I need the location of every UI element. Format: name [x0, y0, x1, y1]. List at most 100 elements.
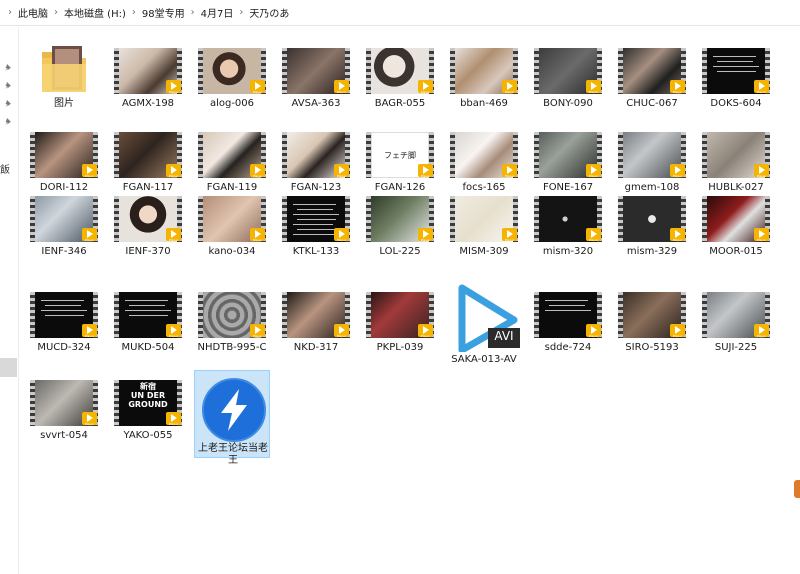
pin-icon — [4, 81, 13, 90]
video-file-item[interactable]: KTKL-133 — [278, 186, 354, 274]
item-label: SUJI-225 — [714, 342, 758, 353]
nav-item-selected[interactable] — [0, 358, 17, 377]
video-thumbnail: 新宿 UN DER GROUND — [114, 380, 182, 426]
breadcrumb-current[interactable]: 天乃のあ — [249, 5, 289, 20]
player-badge-icon — [418, 80, 433, 94]
player-badge-icon — [166, 228, 181, 242]
floating-widget-edge[interactable] — [794, 480, 800, 498]
player-badge-icon — [670, 80, 685, 94]
video-file-item[interactable]: IENF-346 — [26, 186, 102, 274]
video-thumbnail — [702, 132, 770, 178]
film-strip-icon — [366, 132, 371, 178]
item-label: IENF-370 — [125, 246, 171, 257]
breadcrumb-folder-98[interactable]: 98堂专用 — [142, 5, 185, 20]
folder-item[interactable]: 图片 — [26, 38, 102, 126]
item-label: svvrt-054 — [40, 430, 88, 441]
video-thumbnail — [534, 196, 602, 242]
player-badge-icon — [586, 164, 601, 178]
video-file-item[interactable]: mism-320 — [530, 186, 606, 274]
video-thumbnail — [534, 292, 602, 338]
video-file-item[interactable]: kano-034 — [194, 186, 270, 274]
video-file-item[interactable]: DOKS-604 — [698, 38, 774, 126]
item-label: YAKO-055 — [123, 430, 173, 441]
film-strip-icon — [114, 292, 119, 338]
item-label: alog-006 — [209, 98, 255, 109]
video-thumbnail — [282, 48, 350, 94]
nav-item-label[interactable]: 飯 — [0, 161, 10, 176]
breadcrumb-drive[interactable]: 本地磁盘 (H:) — [64, 5, 126, 20]
video-file-item[interactable]: NHDTB-995-C — [194, 282, 270, 370]
player-badge-icon — [250, 164, 265, 178]
breadcrumb-folder-date[interactable]: 4月7日 — [201, 5, 234, 20]
chevron-right-icon[interactable]: › — [8, 7, 12, 18]
video-file-item[interactable]: BAGR-055 — [362, 38, 438, 126]
pin-icon — [4, 63, 13, 72]
video-thumbnail — [198, 196, 266, 242]
video-file-item[interactable]: SIRO-5193 — [614, 282, 690, 370]
film-strip-icon — [30, 380, 35, 426]
video-thumbnail — [702, 292, 770, 338]
video-file-item[interactable]: MOOR-015 — [698, 186, 774, 274]
chevron-right-icon[interactable]: › — [54, 7, 58, 18]
video-thumbnail — [450, 132, 518, 178]
item-label: kano-034 — [208, 246, 256, 257]
video-file-item[interactable]: alog-006 — [194, 38, 270, 126]
video-file-item[interactable]: LOL-225 — [362, 186, 438, 274]
avi-file-item[interactable]: AVI SAKA-013-AV — [446, 282, 522, 370]
app-shortcut-item[interactable]: 上老王论坛当老王 — [194, 370, 270, 466]
video-file-item[interactable]: sdde-724 — [530, 282, 606, 370]
item-label: MISM-309 — [459, 246, 509, 257]
video-thumbnail — [198, 48, 266, 94]
item-label: IENF-346 — [41, 246, 87, 257]
video-thumbnail — [114, 132, 182, 178]
video-thumbnail — [30, 292, 98, 338]
video-file-item[interactable]: mism-329 — [614, 186, 690, 274]
player-badge-icon — [754, 324, 769, 338]
video-file-item[interactable]: PKPL-039 — [362, 282, 438, 370]
player-badge-icon — [418, 228, 433, 242]
player-badge-icon — [754, 80, 769, 94]
film-strip-icon — [198, 196, 203, 242]
breadcrumb-this-pc[interactable]: 此电脑 — [18, 5, 48, 20]
chevron-right-icon[interactable]: › — [191, 7, 195, 18]
video-file-item[interactable]: 新宿 UN DER GROUND YAKO-055 — [110, 370, 186, 458]
video-file-item[interactable]: AGMX-198 — [110, 38, 186, 126]
video-thumbnail — [618, 48, 686, 94]
player-badge-icon — [670, 324, 685, 338]
video-thumbnail — [534, 48, 602, 94]
player-badge-icon — [334, 80, 349, 94]
player-badge-icon — [334, 324, 349, 338]
video-file-item[interactable]: CHUC-067 — [614, 38, 690, 126]
video-file-item[interactable]: NKD-317 — [278, 282, 354, 370]
chevron-right-icon[interactable]: › — [132, 7, 136, 18]
player-badge-icon — [586, 324, 601, 338]
thumbnail-title-text: 新宿 UN DER GROUND — [128, 382, 168, 409]
item-label: 上老王论坛当老王 — [198, 443, 268, 466]
film-strip-icon — [618, 196, 623, 242]
address-bar[interactable]: › 此电脑 › 本地磁盘 (H:) › 98堂专用 › 4月7日 › 天乃のあ — [0, 0, 800, 26]
film-strip-icon — [702, 196, 707, 242]
player-badge-icon — [166, 324, 181, 338]
film-strip-icon — [366, 196, 371, 242]
video-file-item[interactable]: BONY-090 — [530, 38, 606, 126]
item-label: MUCD-324 — [37, 342, 91, 353]
video-file-item[interactable]: svvrt-054 — [26, 370, 102, 458]
film-strip-icon — [450, 132, 455, 178]
video-file-item[interactable]: IENF-370 — [110, 186, 186, 274]
player-badge-icon — [502, 164, 517, 178]
video-thumbnail — [618, 196, 686, 242]
video-file-item[interactable]: AVSA-363 — [278, 38, 354, 126]
video-file-item[interactable]: SUJI-225 — [698, 282, 774, 370]
video-file-item[interactable]: MISM-309 — [446, 186, 522, 274]
film-strip-icon — [702, 292, 707, 338]
navigation-pane[interactable]: 飯 — [0, 27, 19, 574]
film-strip-icon — [114, 380, 119, 426]
chevron-right-icon[interactable]: › — [239, 7, 243, 18]
item-label: BONY-090 — [543, 98, 593, 109]
item-label: CHUC-067 — [626, 98, 678, 109]
item-label: sdde-724 — [544, 342, 592, 353]
video-file-item[interactable]: MUKD-504 — [110, 282, 186, 370]
video-file-item[interactable]: MUCD-324 — [26, 282, 102, 370]
video-file-item[interactable]: bban-469 — [446, 38, 522, 126]
video-thumbnail — [198, 132, 266, 178]
